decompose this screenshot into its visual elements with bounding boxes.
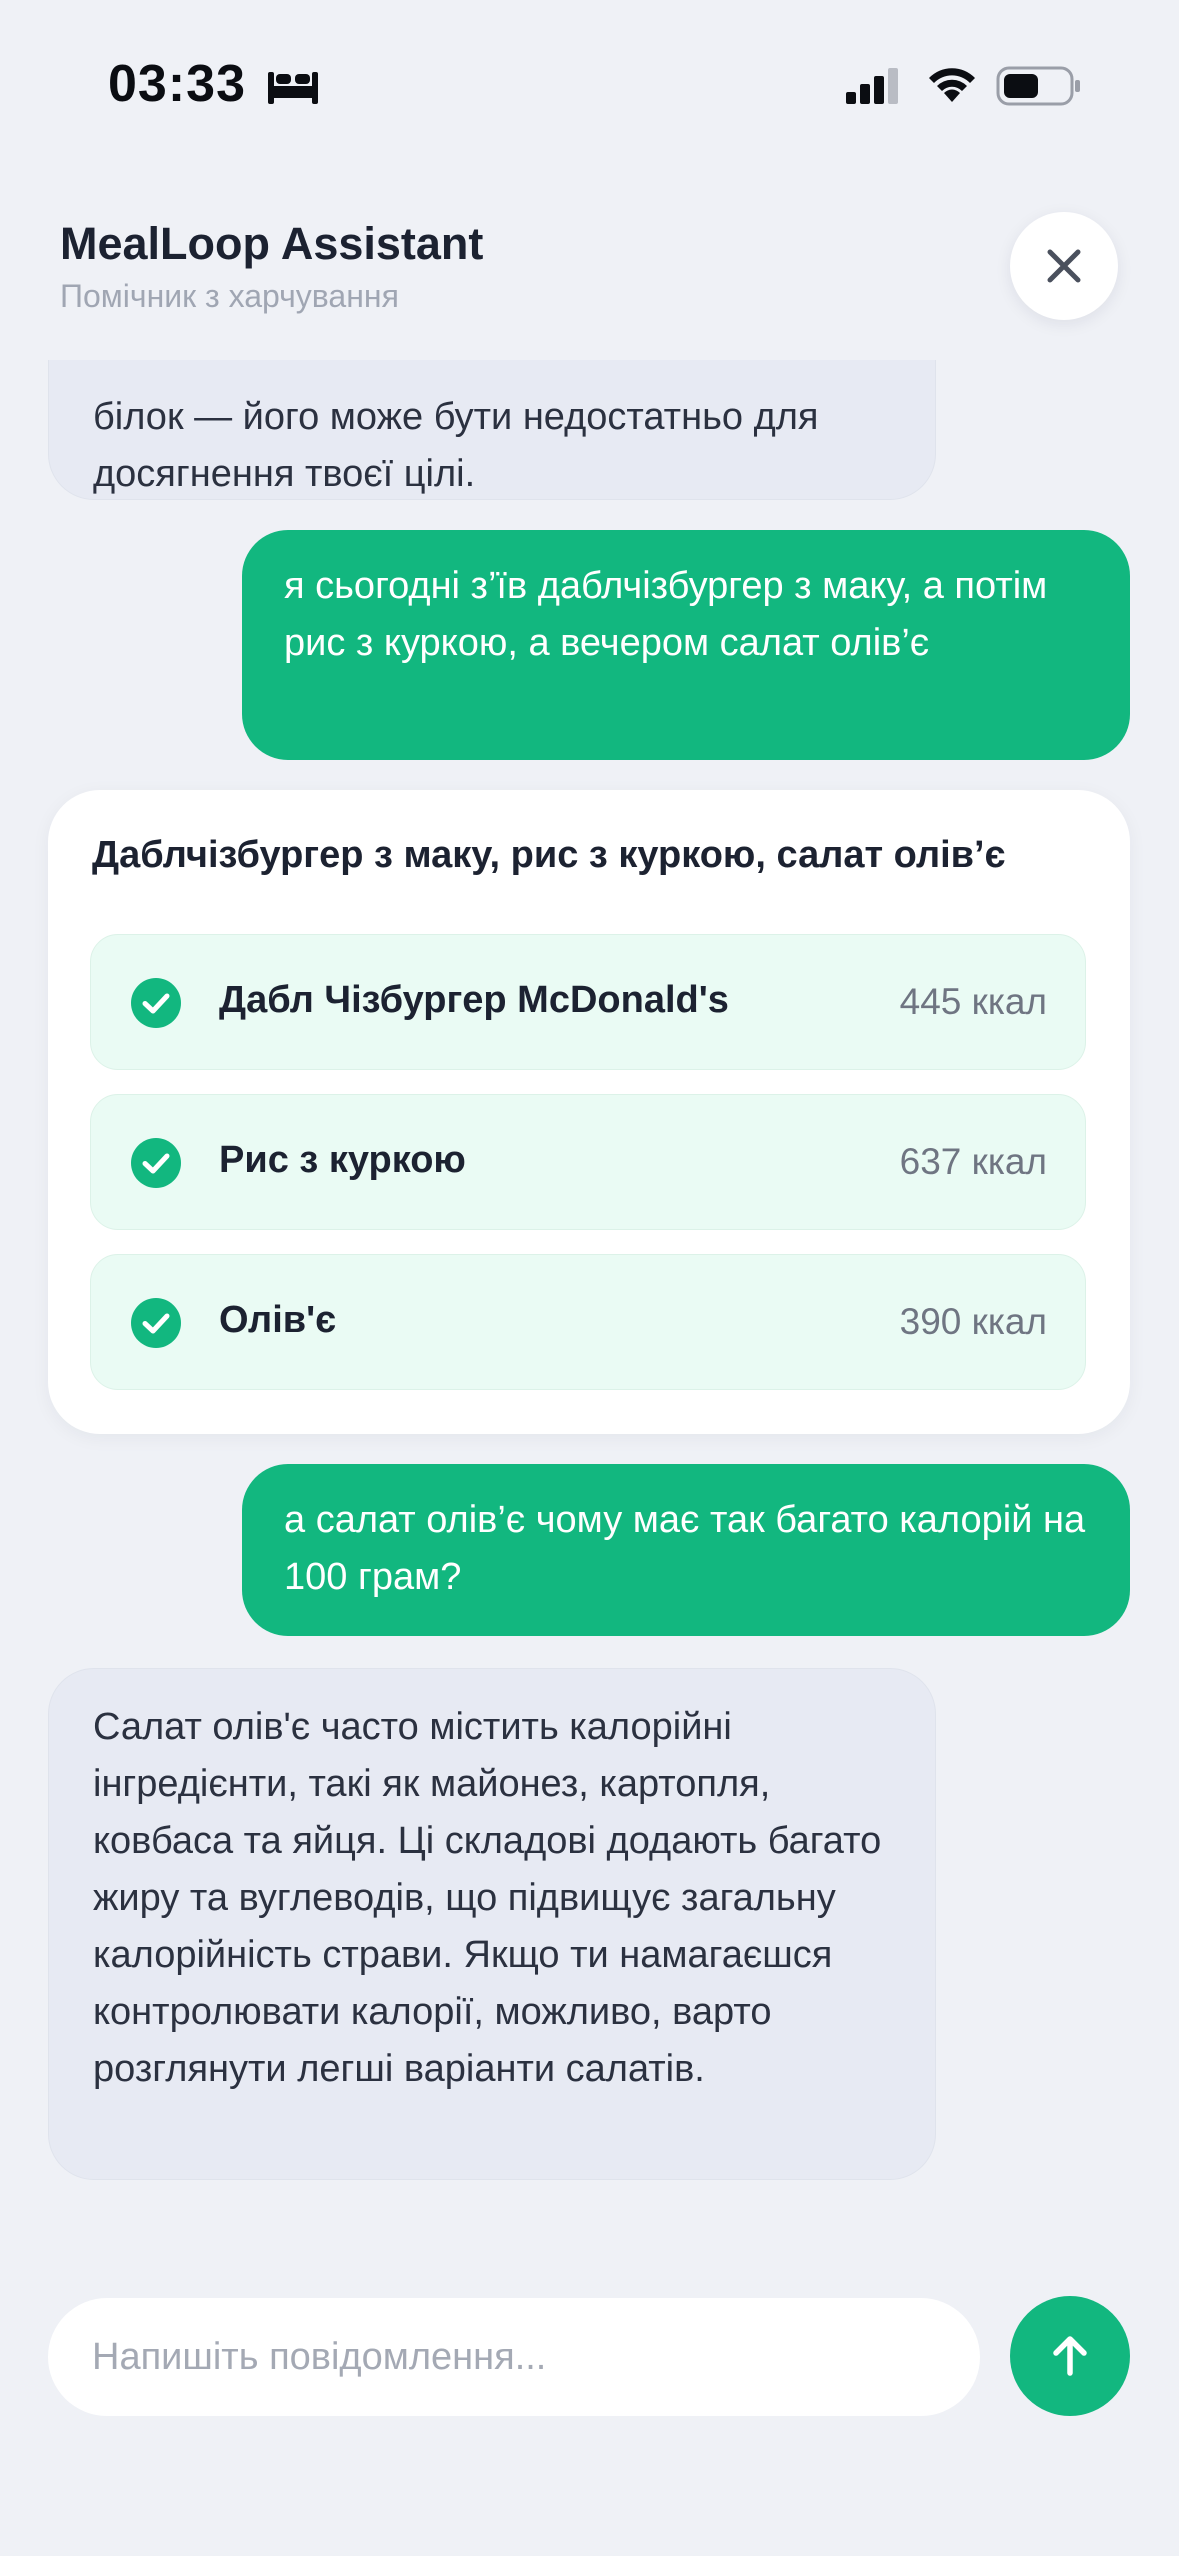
- check-circle-icon: [131, 1138, 181, 1188]
- assistant-message: білок — його може бути недостатньо для д…: [48, 360, 936, 500]
- chat-messages[interactable]: білок — його може бути недостатньо для д…: [0, 360, 1179, 2260]
- check-circle-icon: [131, 1298, 181, 1348]
- bed-icon: [268, 72, 318, 104]
- arrow-up-icon: [1053, 2336, 1087, 2376]
- assistant-message: Салат олів'є часто містить калорійні інг…: [48, 1668, 936, 2180]
- meal-item[interactable]: Рис з куркою 637 ккал: [90, 1094, 1086, 1230]
- send-button[interactable]: [1010, 2296, 1130, 2416]
- status-time: 03:33: [108, 55, 246, 113]
- meal-item-name: Рис з куркою: [219, 1139, 466, 1181]
- meal-item[interactable]: Дабл Чізбургер McDonald's 445 ккал: [90, 934, 1086, 1070]
- meal-item-kcal: 390 ккал: [899, 1301, 1047, 1342]
- meal-item-name: Дабл Чізбургер McDonald's: [219, 979, 729, 1021]
- wifi-icon: [929, 68, 975, 102]
- assistant-subtitle: Помічник з харчування: [60, 278, 399, 314]
- meal-item-kcal: 637 ккал: [899, 1141, 1047, 1182]
- meal-item-kcal: 445 ккал: [899, 981, 1047, 1022]
- battery-icon: [996, 66, 1080, 106]
- check-circle-icon: [131, 978, 181, 1028]
- assistant-title: MealLoop Assistant: [60, 218, 484, 269]
- close-button[interactable]: [1010, 212, 1118, 320]
- user-message: я сьогодні з’їв даблчізбургер з маку, а …: [242, 530, 1130, 760]
- user-message: а салат олів’є чому має так багато калор…: [242, 1464, 1130, 1636]
- cellular-signal-icon: [846, 68, 898, 104]
- close-icon: [1047, 249, 1081, 283]
- meal-item-name: Олів'є: [219, 1299, 337, 1341]
- message-input[interactable]: [48, 2298, 980, 2416]
- meal-item[interactable]: Олів'є 390 ккал: [90, 1254, 1086, 1390]
- meal-card-title: Даблчізбургер з маку, рис з куркою, сала…: [92, 834, 1006, 876]
- meal-summary-card: Даблчізбургер з маку, рис з куркою, сала…: [48, 790, 1130, 1434]
- chat-screen: 03:33 MealLoop Assistant Помічник з харч…: [0, 0, 1179, 2556]
